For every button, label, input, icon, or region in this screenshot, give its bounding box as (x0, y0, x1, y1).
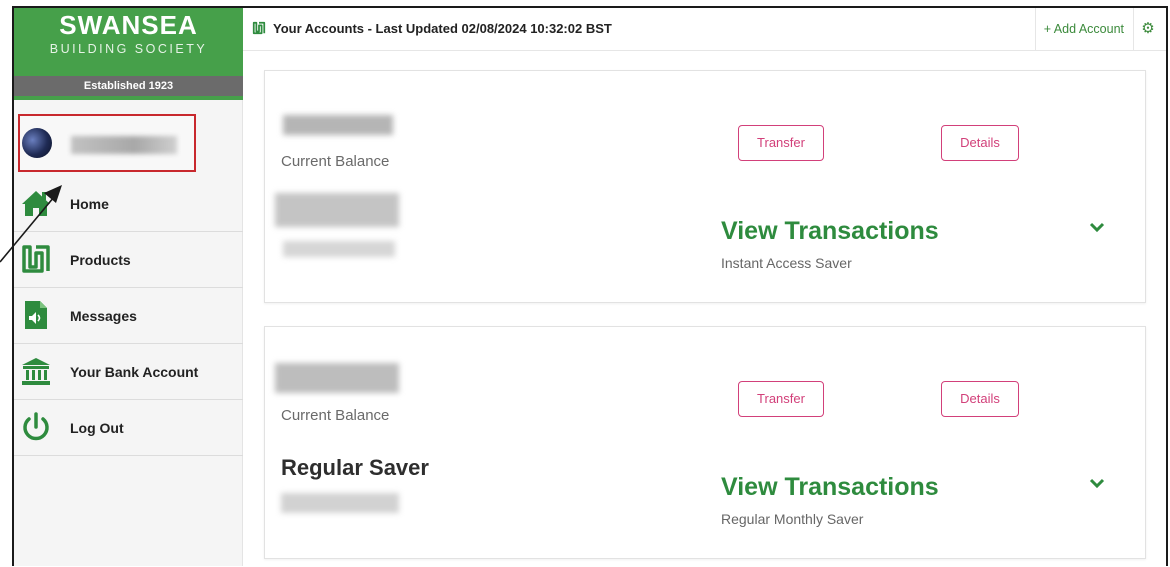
brand-established: Established 1923 (14, 76, 243, 96)
sidebar-item-label: Home (70, 196, 109, 212)
user-name-redacted (71, 136, 177, 154)
account-number-redacted (283, 115, 393, 135)
sidebar-item-label: Messages (70, 308, 137, 324)
sidebar-item-label: Log Out (70, 420, 124, 436)
sidebar-item-label: Your Bank Account (70, 364, 199, 380)
chevron-down-icon[interactable] (1088, 221, 1106, 235)
details-button[interactable]: Details (941, 125, 1019, 161)
account-card: Current Balance Regular Saver Transfer D… (264, 326, 1146, 559)
chevron-down-icon[interactable] (1088, 477, 1106, 491)
sidebar: SWANSEA BUILDING SOCIETY Established 192… (14, 8, 243, 566)
balance-label: Current Balance (281, 407, 390, 424)
header-bar: Your Accounts - Last Updated 02/08/2024 … (243, 8, 1166, 51)
add-account-button[interactable]: + Add Account (1034, 8, 1132, 50)
avatar (22, 128, 52, 158)
view-transactions-link[interactable]: View Transactions (721, 217, 939, 246)
brand-subtitle: BUILDING SOCIETY (49, 42, 208, 56)
account-type: Regular Monthly Saver (721, 511, 864, 527)
products-icon (22, 245, 50, 273)
page-title: Your Accounts - Last Updated 02/08/2024 … (273, 21, 612, 36)
transfer-button[interactable]: Transfer (738, 125, 824, 161)
balance-label: Current Balance (281, 153, 390, 170)
transfer-button[interactable]: Transfer (738, 381, 824, 417)
sidebar-item-log-out[interactable]: Log Out (14, 400, 243, 456)
sidebar-item-products[interactable]: Products (14, 232, 243, 288)
sidebar-item-messages[interactable]: Messages (14, 288, 243, 344)
balance-redacted (275, 193, 399, 227)
home-icon (22, 191, 50, 216)
brand-logo[interactable]: SWANSEA BUILDING SOCIETY Established 192… (14, 8, 243, 100)
account-detail-redacted (283, 241, 395, 257)
gear-icon[interactable]: ⚙ (1133, 8, 1162, 50)
account-number-redacted (275, 363, 399, 393)
products-icon (252, 21, 266, 35)
account-detail-redacted (281, 493, 399, 513)
brand-name: SWANSEA (59, 10, 198, 40)
sidebar-item-home[interactable]: Home (14, 176, 243, 232)
sidebar-item-bank-account[interactable]: Your Bank Account (14, 344, 243, 400)
details-button[interactable]: Details (941, 381, 1019, 417)
view-transactions-link[interactable]: View Transactions (721, 473, 939, 502)
user-profile[interactable] (18, 114, 196, 172)
app-window: SWANSEA BUILDING SOCIETY Established 192… (12, 6, 1168, 566)
bank-icon (22, 358, 50, 385)
product-name: Regular Saver (281, 455, 429, 480)
sidebar-item-label: Products (70, 252, 131, 268)
power-icon (23, 412, 49, 441)
messages-icon (25, 301, 47, 329)
account-type: Instant Access Saver (721, 255, 852, 271)
account-card: Current Balance Transfer Details View Tr… (264, 70, 1146, 303)
